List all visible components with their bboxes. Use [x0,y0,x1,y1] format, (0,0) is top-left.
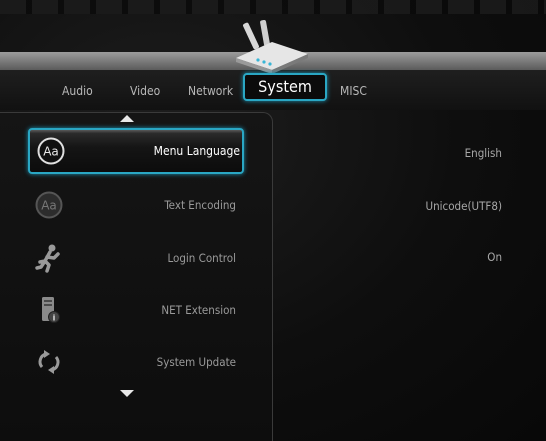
value-login-control: On [487,250,502,264]
tab-misc[interactable]: MISC [340,84,367,98]
svg-text:Aa: Aa [43,145,59,159]
text-aa-icon: Aa [35,191,63,219]
tab-system[interactable]: System [243,73,327,101]
tab-network[interactable]: Network [188,84,233,98]
menu-item-login-control[interactable]: Login Control [28,235,244,281]
menu-item-label: Text Encoding [164,198,236,212]
menu-item-menu-language[interactable]: Aa Menu Language [28,128,244,174]
menu-item-system-update[interactable]: System Update [28,339,244,385]
scroll-up-arrow-icon[interactable] [120,115,134,122]
menu-item-label: NET Extension [161,303,236,317]
router-icon [236,20,308,74]
tab-video[interactable]: Video [130,84,160,98]
svg-text:Aa: Aa [41,199,57,213]
value-menu-language: English [464,146,502,160]
text-aa-icon: Aa [37,137,65,165]
refresh-icon [38,350,60,374]
running-person-icon [35,244,60,273]
tab-audio[interactable]: Audio [62,84,93,98]
info-device-icon: i [42,297,60,323]
menu-item-label: System Update [156,355,236,369]
value-text-encoding: Unicode(UTF8) [425,199,502,213]
top-band [0,0,546,14]
menu-item-text-encoding[interactable]: Aa Text Encoding [28,182,244,228]
menu-item-net-extension[interactable]: i NET Extension [28,287,244,333]
menu-item-label: Menu Language [153,144,240,158]
svg-text:i: i [53,314,56,323]
scroll-down-arrow-icon[interactable] [120,390,134,397]
menu-item-label: Login Control [167,251,236,265]
settings-screen: Audio Video Network System MISC Aa Menu … [0,0,546,441]
